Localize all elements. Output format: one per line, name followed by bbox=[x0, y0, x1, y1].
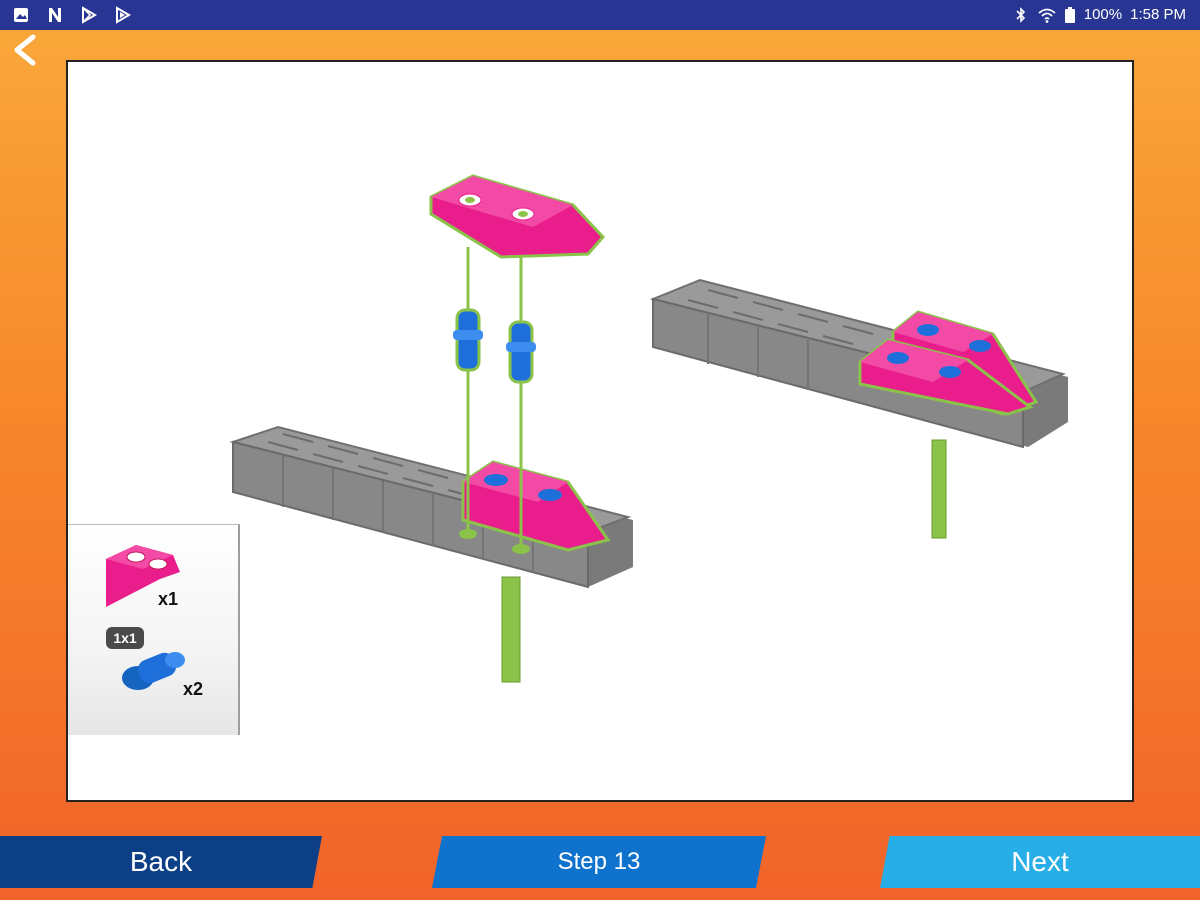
left-green-axle bbox=[501, 576, 521, 683]
status-bar-right: 100% 1:58 PM bbox=[1012, 6, 1186, 24]
status-time: 1:58 PM bbox=[1130, 6, 1186, 23]
floating-blue-connector-1 bbox=[453, 308, 483, 372]
status-bar: 100% 1:58 PM bbox=[0, 0, 1200, 30]
step-indicator-button[interactable]: Step 13 bbox=[432, 836, 766, 888]
blue-connector-piece-icon bbox=[122, 652, 185, 690]
image-icon bbox=[14, 8, 28, 22]
floating-blue-connector-2 bbox=[506, 320, 536, 384]
back-chevron-button[interactable] bbox=[4, 30, 44, 70]
next-button[interactable]: Next bbox=[880, 836, 1200, 888]
right-green-axle bbox=[931, 439, 947, 539]
bluetooth-icon bbox=[1016, 7, 1025, 23]
play-icon bbox=[116, 6, 131, 24]
instruction-canvas: x1 1x1 x2 bbox=[66, 60, 1134, 802]
play-store-icon bbox=[82, 6, 97, 24]
connector-quantity: x2 bbox=[183, 679, 204, 699]
floating-pink-wedge bbox=[429, 174, 606, 259]
back-button[interactable]: Back bbox=[0, 836, 322, 888]
wedge-quantity: x1 bbox=[158, 589, 179, 609]
parts-list-panel: x1 1x1 x2 bbox=[68, 524, 240, 735]
battery-icon bbox=[1064, 7, 1075, 23]
bottom-navigation: Back Step 13 Next bbox=[0, 836, 1200, 890]
battery-percent: 100% bbox=[1083, 6, 1123, 23]
chevron-left-icon bbox=[14, 34, 36, 66]
n-app-icon bbox=[49, 8, 61, 22]
status-bar-left-icons bbox=[12, 6, 132, 24]
wifi-icon bbox=[1038, 8, 1056, 23]
